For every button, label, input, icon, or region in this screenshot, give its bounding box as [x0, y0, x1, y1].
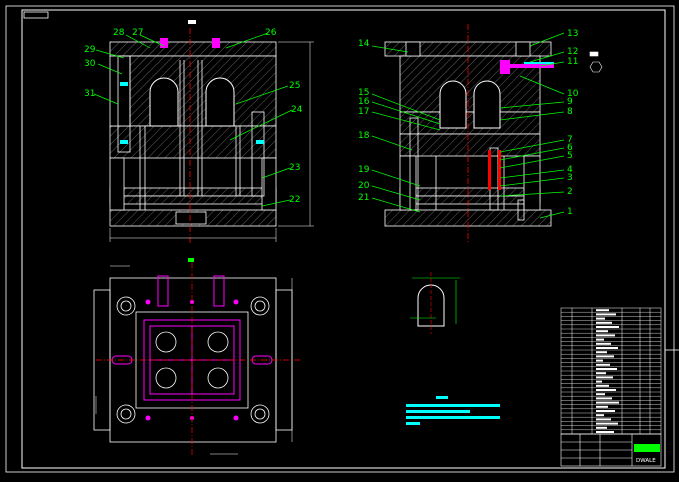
- parts-list-cell-text: [596, 393, 605, 396]
- title-block-label: DWALE: [636, 458, 656, 464]
- label-26: 26: [265, 28, 277, 38]
- label-29: 29: [84, 45, 96, 55]
- label-30: 30: [84, 59, 96, 69]
- sheet-border: [5, 5, 679, 473]
- parts-list-cell-text: [596, 431, 614, 433]
- label-1: 1: [567, 207, 573, 217]
- parts-list-cell-text: [596, 397, 612, 400]
- parts-list-cell-text: [596, 313, 616, 316]
- parts-list-cell-text: [596, 347, 618, 349]
- label-3: 3: [567, 173, 573, 183]
- parts-list-cell-text: [596, 342, 611, 345]
- parts-list-cell-text: [596, 376, 613, 379]
- parts-list-cell-text: [596, 334, 615, 337]
- mold-assembly-drawing: 28 27 26 29 30 31 25 24 23 22 14 15 16 1…: [5, 5, 679, 473]
- label-21: 21: [358, 193, 369, 203]
- technical-notes: [406, 396, 500, 425]
- part-detail-view: [410, 272, 460, 334]
- front-section-view: [109, 20, 314, 244]
- top-clamp-plate: [109, 41, 277, 57]
- parts-list-cell-text: [596, 309, 609, 312]
- parts-list-cell-text: [596, 384, 609, 387]
- parts-list-cell-text: [596, 372, 606, 375]
- parts-list-cell-text: [596, 401, 619, 404]
- parts-list-cell-text: [596, 326, 619, 328]
- side-view-labels-left: 14 15 16 17 18 19 20 21: [358, 39, 370, 203]
- label-8: 8: [567, 107, 573, 117]
- parts-list-cell-text: [596, 426, 607, 429]
- label-9: 9: [567, 97, 573, 107]
- parts-list-rows: [561, 309, 661, 435]
- label-14: 14: [358, 39, 370, 49]
- cad-drawing-viewport[interactable]: 28 27 26 29 30 31 25 24 23 22 14 15 16 1…: [0, 0, 679, 478]
- label-24: 24: [291, 105, 303, 115]
- parts-list-cell-text: [596, 418, 611, 421]
- label-31: 31: [84, 89, 95, 99]
- label-23: 23: [289, 163, 300, 173]
- label-18: 18: [358, 131, 370, 141]
- side-view-labels-right: 13 12 11 10 9 8 7 6 5 4 3 2 1: [567, 29, 579, 217]
- parts-list-cell-text: [596, 359, 603, 362]
- label-25: 25: [289, 81, 300, 91]
- label-12: 12: [567, 47, 578, 57]
- parts-list-cell-text: [596, 405, 608, 408]
- parts-list-cell-text: [596, 351, 607, 354]
- parts-list-cell-text: [596, 321, 612, 324]
- plan-view: [93, 258, 300, 456]
- parts-list-cell-text: [596, 317, 605, 320]
- parts-list-cell-text: [596, 338, 604, 341]
- parts-list-cell-text: [596, 414, 604, 417]
- label-19: 19: [358, 165, 370, 175]
- ejector-plate-upper: [109, 187, 277, 197]
- label-13: 13: [567, 29, 578, 39]
- label-11: 11: [567, 57, 578, 67]
- label-27: 27: [132, 28, 143, 38]
- label-20: 20: [358, 181, 370, 191]
- parts-list-cell-text: [596, 363, 610, 366]
- label-5: 5: [567, 151, 573, 161]
- parts-list-cell-text: [596, 380, 602, 383]
- parts-list-cell-text: [596, 422, 618, 425]
- parts-list-cell-text: [596, 355, 614, 358]
- parts-list-cell-text: [596, 410, 615, 412]
- label-28: 28: [113, 28, 125, 38]
- parts-list-cell-text: [596, 368, 617, 370]
- label-2: 2: [567, 187, 573, 197]
- label-22: 22: [289, 195, 300, 205]
- core-plate: [109, 125, 277, 159]
- ejector-plate-lower: [109, 195, 277, 205]
- label-16: 16: [358, 97, 370, 107]
- parts-list-cell-text: [596, 330, 608, 333]
- label-17: 17: [358, 107, 369, 117]
- parts-list-cell-text: [596, 389, 616, 391]
